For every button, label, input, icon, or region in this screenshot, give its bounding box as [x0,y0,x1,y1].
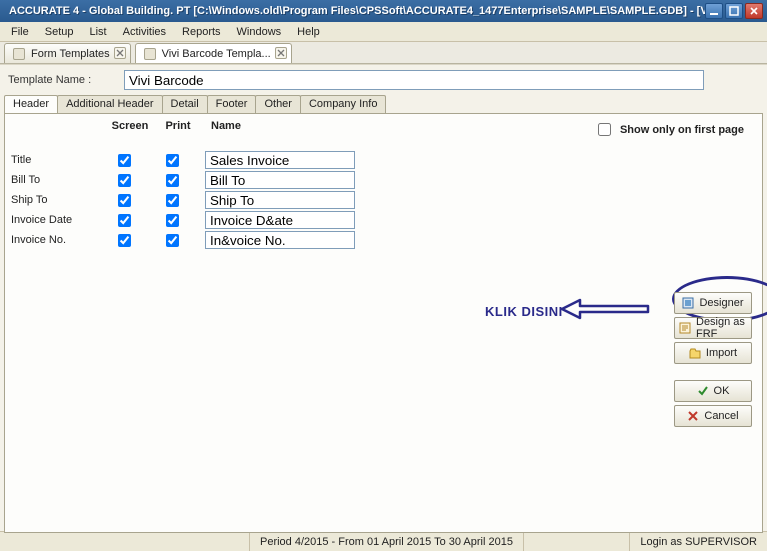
col-name: Name [201,120,241,132]
document-icon [13,48,25,60]
section-tabstrip: Header Additional Header Detail Footer O… [0,95,767,113]
section-body: Screen Print Name Show only on first pag… [4,113,763,533]
field-label: Title [5,154,99,166]
tab-detail[interactable]: Detail [162,95,208,113]
field-name-input[interactable] [205,171,355,189]
status-login: Login as SUPERVISOR [630,536,767,548]
print-checkbox[interactable] [166,234,179,247]
screen-checkbox[interactable] [118,234,131,247]
status-period: Period 4/2015 - From 01 April 2015 To 30… [250,532,524,551]
menu-file[interactable]: File [4,24,36,40]
template-name-input[interactable] [124,70,704,90]
print-checkbox[interactable] [166,194,179,207]
mdi-tab-form-templates[interactable]: Form Templates [4,43,131,63]
print-checkbox[interactable] [166,174,179,187]
field-row: Invoice No. [5,230,762,250]
statusbar: Period 4/2015 - From 01 April 2015 To 30… [0,531,767,551]
mdi-area: Form Templates Vivi Barcode Templa... Te… [0,42,767,531]
window-titlebar: ACCURATE 4 - Global Building. PT [C:\Win… [0,0,767,22]
window-title: ACCURATE 4 - Global Building. PT [C:\Win… [9,5,705,17]
field-label: Bill To [5,174,99,186]
field-label: Invoice Date [5,214,99,226]
cancel-icon [687,410,699,422]
ok-button[interactable]: OK [674,380,752,402]
check-icon [697,385,709,397]
design-frf-icon [679,322,691,334]
show-only-label: Show only on first page [620,124,744,136]
menu-reports[interactable]: Reports [175,24,228,40]
import-label: Import [706,347,737,359]
mdi-tab-label: Form Templates [31,48,110,60]
close-button[interactable] [745,3,763,19]
mdi-tab-vivi-barcode[interactable]: Vivi Barcode Templa... [135,43,292,63]
field-label: Invoice No. [5,234,99,246]
designer-button[interactable]: Designer [674,292,752,314]
field-name-input[interactable] [205,211,355,229]
field-name-input[interactable] [205,151,355,169]
field-name-input[interactable] [205,231,355,249]
mdi-tabstrip: Form Templates Vivi Barcode Templa... [0,42,767,64]
screen-checkbox[interactable] [118,194,131,207]
menu-setup[interactable]: Setup [38,24,81,40]
mdi-tab-label: Vivi Barcode Templa... [162,48,271,60]
tab-close-icon[interactable] [114,47,126,59]
maximize-button[interactable] [725,3,743,19]
template-name-label: Template Name : [8,74,118,86]
import-button[interactable]: Import [674,342,752,364]
cancel-button[interactable]: Cancel [674,405,752,427]
tab-close-icon[interactable] [275,47,287,59]
child-window: Template Name : Header Additional Header… [0,64,767,531]
show-only-checkbox[interactable] [598,123,611,136]
tab-additional-header[interactable]: Additional Header [57,95,162,113]
import-icon [689,347,701,359]
template-name-row: Template Name : [0,65,767,93]
designer-icon [682,297,694,309]
print-checkbox[interactable] [166,214,179,227]
col-screen: Screen [105,120,155,132]
menu-windows[interactable]: Windows [230,24,289,40]
print-checkbox[interactable] [166,154,179,167]
document-icon [144,48,156,60]
show-only-first-page: Show only on first page [594,120,744,139]
ok-label: OK [714,385,730,397]
col-print: Print [155,120,201,132]
field-name-input[interactable] [205,191,355,209]
designer-label: Designer [699,297,743,309]
field-label: Ship To [5,194,99,206]
menu-activities[interactable]: Activities [116,24,173,40]
menu-help[interactable]: Help [290,24,327,40]
screen-checkbox[interactable] [118,174,131,187]
menu-list[interactable]: List [82,24,113,40]
field-row: Ship To [5,190,762,210]
right-button-column: Designer Design as FRF Import OK Ca [674,292,752,427]
field-row: Bill To [5,170,762,190]
tab-other[interactable]: Other [255,95,301,113]
menubar: File Setup List Activities Reports Windo… [0,22,767,42]
screen-checkbox[interactable] [118,214,131,227]
tab-footer[interactable]: Footer [207,95,257,113]
minimize-button[interactable] [705,3,723,19]
design-frf-button[interactable]: Design as FRF [674,317,752,339]
tab-company-info[interactable]: Company Info [300,95,386,113]
annotation-text: KLIK DISINI [485,304,563,319]
fields-list: Title Bill To Ship To Invoice Date Invoice N… [5,150,762,250]
field-row: Title [5,150,762,170]
tab-header[interactable]: Header [4,95,58,113]
screen-checkbox[interactable] [118,154,131,167]
annotation-arrow [560,294,650,324]
cancel-label: Cancel [704,410,738,422]
field-row: Invoice Date [5,210,762,230]
design-frf-label: Design as FRF [696,316,747,340]
